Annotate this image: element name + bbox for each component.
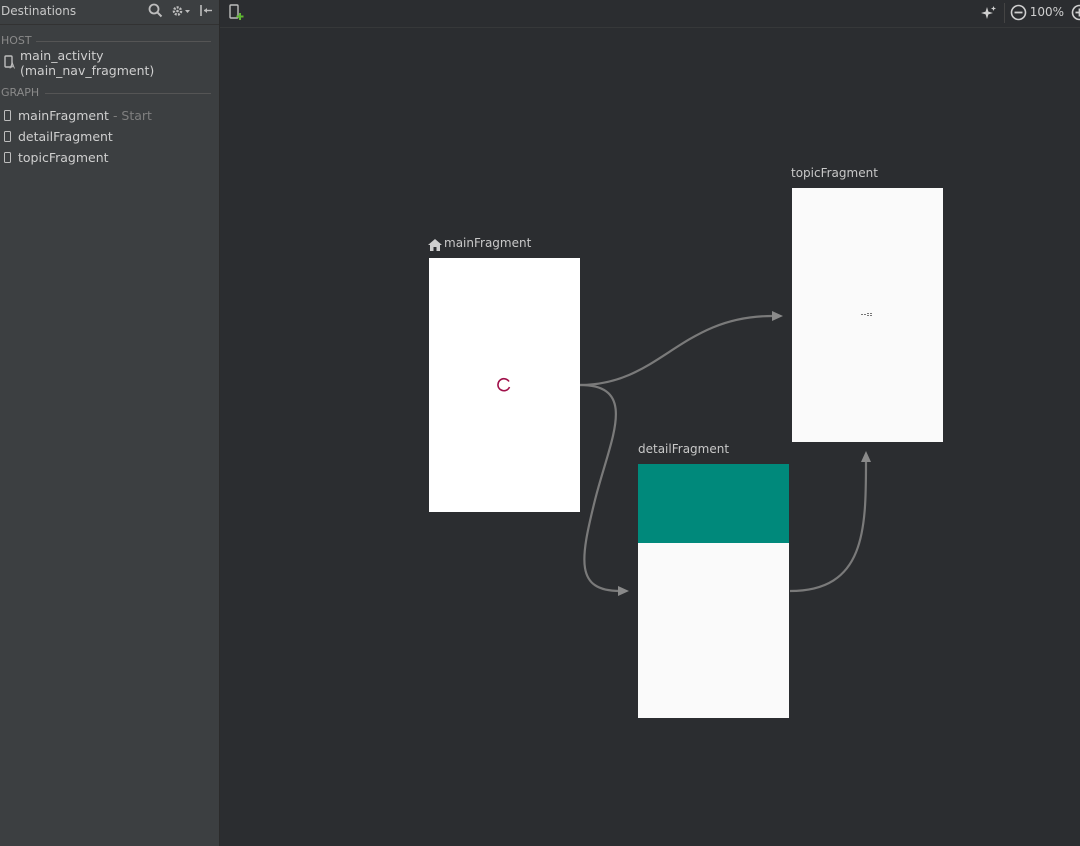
placeholder-content [861,313,872,316]
action-main-to-detail [579,383,621,593]
preview-toolbar [638,464,789,543]
destination-preview[interactable] [638,464,789,718]
destination-preview[interactable] [792,188,943,442]
action-main-to-topic [579,314,773,387]
destination-label: detailFragment [638,442,730,456]
destination-label: mainFragment [444,236,532,250]
progress-spinner [497,377,511,392]
destination-preview[interactable] [429,258,580,512]
destination-label: topicFragment [791,166,878,180]
home-icon [428,236,442,255]
action-detail-to-topic [789,461,868,593]
